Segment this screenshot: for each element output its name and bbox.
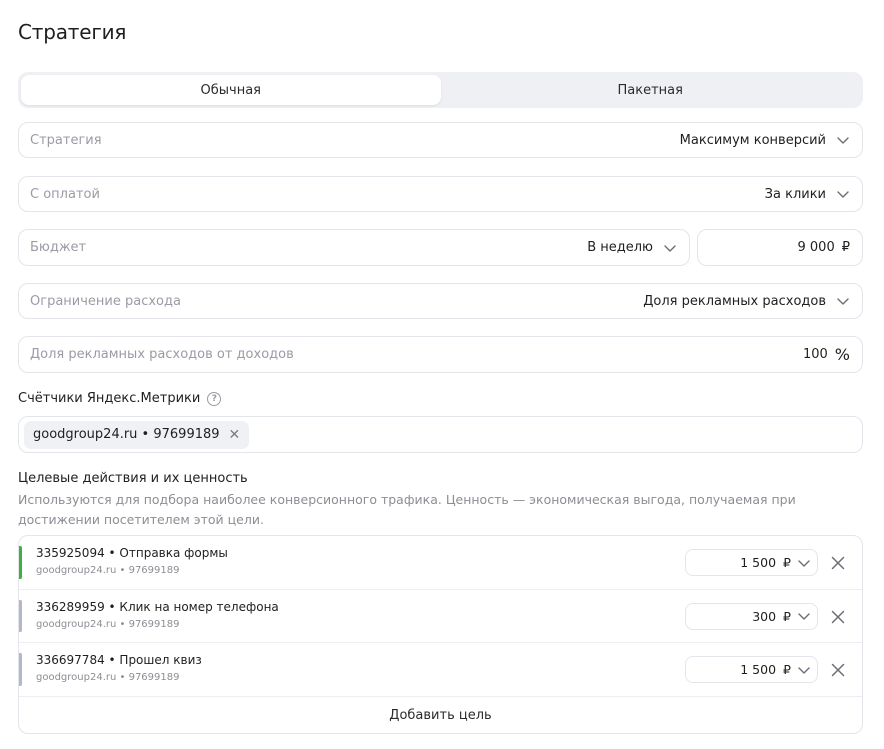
goal-name: 336289959 • Клик на номер телефона: [36, 599, 279, 614]
goal-value-input[interactable]: 300 ₽: [685, 602, 818, 630]
goal-value: 1 500: [740, 555, 777, 570]
goal-value: 1 500: [740, 662, 777, 677]
goal-name: 335925094 • Отправка формы: [36, 546, 228, 560]
currency-symbol: ₽: [783, 662, 791, 677]
payment-label: С оплатой: [30, 186, 100, 202]
counter-chip-label: goodgroup24.ru • 97699189: [33, 427, 220, 442]
goals-list: 335925094 • Отправка формы goodgroup24.r…: [18, 535, 863, 734]
payment-value: За клики: [764, 186, 826, 202]
currency-symbol: ₽: [841, 240, 850, 255]
strategy-value: Максимум конверсий: [679, 132, 826, 148]
chevron-down-icon: [836, 133, 850, 147]
strategy-label: Стратегия: [30, 132, 102, 148]
close-icon[interactable]: [828, 660, 848, 680]
percent-unit: %: [834, 345, 850, 364]
budget-label: Бюджет: [30, 240, 87, 255]
goal-row: 336697784 • Прошел квиз goodgroup24.ru •…: [19, 643, 862, 697]
counter-chip: goodgroup24.ru • 97699189 ✕: [24, 420, 250, 449]
strategy-select[interactable]: Стратегия Максимум конверсий: [18, 122, 863, 158]
goal-row: 335925094 • Отправка формы goodgroup24.r…: [19, 536, 862, 590]
counters-heading: Счётчики Яндекс.Метрики ?: [18, 391, 222, 406]
ad-share-value: 100: [802, 347, 828, 362]
page-title: Стратегия: [18, 20, 127, 44]
chevron-down-icon: [836, 294, 850, 308]
strategy-type-switch: Обычная Пакетная: [18, 72, 863, 108]
budget-period-select[interactable]: Бюджет В неделю: [18, 229, 690, 266]
close-icon[interactable]: [828, 607, 848, 627]
currency-symbol: ₽: [783, 555, 791, 570]
goal-status-bar: [19, 653, 22, 686]
chevron-down-icon: [797, 663, 811, 677]
ad-share-label: Доля рекламных расходов от доходов: [30, 347, 294, 362]
ad-share-input[interactable]: Доля рекламных расходов от доходов 100 %: [18, 336, 863, 373]
spend-limit-select[interactable]: Ограничение расхода Доля рекламных расхо…: [18, 283, 863, 319]
chevron-down-icon: [663, 241, 677, 255]
budget-amount-input[interactable]: 9 000 ₽: [697, 229, 863, 266]
tab-regular[interactable]: Обычная: [21, 75, 441, 105]
goal-source: goodgroup24.ru • 97699189: [36, 618, 180, 630]
close-icon[interactable]: [828, 553, 848, 573]
chevron-down-icon: [797, 609, 811, 623]
goal-row: 336289959 • Клик на номер телефона goodg…: [19, 590, 862, 643]
counters-select[interactable]: goodgroup24.ru • 97699189 ✕: [18, 416, 863, 453]
goal-value: 300: [752, 608, 777, 624]
goal-status-bar: [19, 599, 22, 632]
goals-description: Используются для подбора наиболее конвер…: [18, 492, 796, 527]
goal-status-bar: [19, 546, 22, 579]
spend-limit-label: Ограничение расхода: [30, 293, 181, 309]
tab-package[interactable]: Пакетная: [441, 75, 861, 105]
budget-period-value: В неделю: [587, 240, 653, 255]
spend-limit-value: Доля рекламных расходов: [643, 293, 826, 309]
goal-value-input[interactable]: 1 500 ₽: [685, 549, 818, 576]
counters-label: Счётчики Яндекс.Метрики: [18, 391, 201, 406]
budget-amount-value: 9 000: [797, 240, 835, 255]
close-icon[interactable]: ✕: [229, 428, 241, 442]
goal-value-input[interactable]: 1 500 ₽: [685, 656, 818, 683]
payment-select[interactable]: С оплатой За клики: [18, 176, 863, 212]
goals-title: Целевые действия и их ценность: [18, 471, 248, 486]
goal-source: goodgroup24.ru • 97699189: [36, 565, 180, 576]
currency-symbol: ₽: [783, 608, 791, 624]
chevron-down-icon: [797, 556, 811, 570]
chevron-down-icon: [836, 187, 850, 201]
add-goal-button[interactable]: Добавить цель: [19, 697, 862, 734]
question-circle-icon[interactable]: ?: [207, 391, 222, 406]
goal-name: 336697784 • Прошел квиз: [36, 653, 202, 667]
goal-source: goodgroup24.ru • 97699189: [36, 672, 180, 683]
